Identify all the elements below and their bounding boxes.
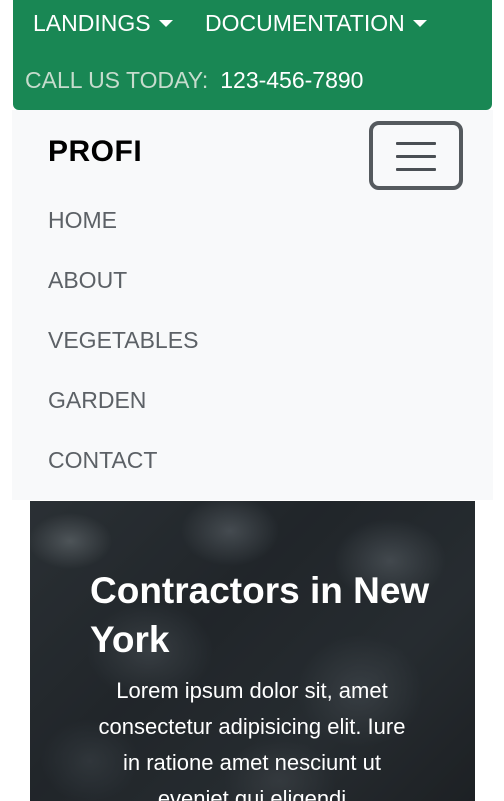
navbar-toggler-button[interactable] xyxy=(369,121,463,190)
call-us-label: CALL US TODAY: xyxy=(25,67,209,93)
nav-link-home[interactable]: HOME xyxy=(48,205,198,265)
landings-dropdown-label: LANDINGS xyxy=(33,10,151,36)
nav-link-garden[interactable]: GARDEN xyxy=(48,385,198,445)
hero-text: Lorem ipsum dolor sit, amet consectetur … xyxy=(98,678,406,801)
hero-title: Contractors in New York xyxy=(90,570,430,660)
landings-dropdown[interactable]: LANDINGS xyxy=(33,10,173,37)
phone-link[interactable]: 123-456-7890 xyxy=(220,67,363,94)
top-bar: LANDINGS DOCUMENTATION CALL US TODAY: 12… xyxy=(13,0,492,110)
nav-link-about[interactable]: ABOUT xyxy=(48,265,198,325)
caret-down-icon xyxy=(158,20,173,27)
main-navbar: PROFI HOME ABOUT VEGETABLES GARDEN CONTA… xyxy=(12,110,493,500)
documentation-dropdown-label: DOCUMENTATION xyxy=(205,10,405,36)
brand-logo[interactable]: PROFI xyxy=(48,135,142,169)
nav-links: HOME ABOUT VEGETABLES GARDEN CONTACT xyxy=(48,205,198,505)
hamburger-menu-icon xyxy=(396,168,436,171)
hamburger-menu-icon xyxy=(396,142,436,145)
call-us-row: CALL US TODAY: 123-456-7890 xyxy=(25,67,363,94)
nav-link-contact[interactable]: CONTACT xyxy=(48,445,198,505)
documentation-dropdown[interactable]: DOCUMENTATION xyxy=(205,10,427,37)
hero-section: Contractors in New York Lorem ipsum dolo… xyxy=(30,501,475,801)
hamburger-menu-icon xyxy=(396,155,436,158)
nav-link-vegetables[interactable]: VEGETABLES xyxy=(48,325,198,385)
caret-down-icon xyxy=(412,20,427,27)
